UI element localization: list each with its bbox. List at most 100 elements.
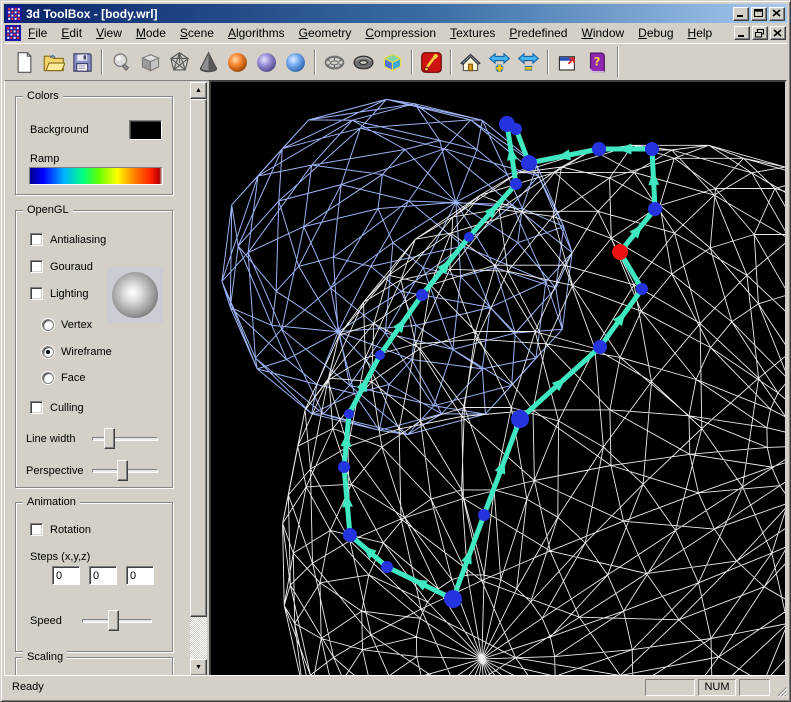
path-vertex[interactable] (648, 202, 662, 216)
menu-help[interactable]: Help (681, 23, 720, 44)
steps-label: Steps (x,y,z) (30, 551, 90, 563)
steps-x-input[interactable] (52, 566, 80, 585)
menu-algorithms[interactable]: Algorithms (221, 23, 292, 44)
sphere-blue-button[interactable] (282, 48, 309, 76)
slider-thumb[interactable] (108, 610, 119, 631)
close-icon (772, 9, 782, 18)
background-color-swatch[interactable] (129, 120, 162, 140)
slider-thumb[interactable] (104, 428, 115, 449)
path-vertex[interactable] (416, 289, 428, 301)
open-folder-button[interactable] (40, 48, 67, 76)
resize-grip[interactable] (775, 684, 787, 698)
cone-button[interactable] (195, 48, 222, 76)
wire-torus-button[interactable] (321, 48, 348, 76)
wireframe-radio[interactable] (42, 346, 54, 358)
window-view-button[interactable] (554, 48, 581, 76)
path-vertex[interactable] (510, 123, 522, 135)
path-vertex[interactable] (375, 350, 385, 360)
path-vertex[interactable] (511, 410, 529, 428)
path-vertex[interactable] (592, 142, 606, 156)
path-vertex[interactable] (593, 340, 607, 354)
menu-window[interactable]: Window (574, 23, 631, 44)
solid-torus-button[interactable] (350, 48, 377, 76)
help-book-button[interactable]: ? (583, 48, 610, 76)
menu-view[interactable]: View (89, 23, 129, 44)
scrollbar-thumb[interactable] (190, 99, 207, 617)
mdi-restore-button[interactable] (752, 26, 768, 40)
mdi-minimize-button[interactable] (734, 26, 750, 40)
menu-compression[interactable]: Compression (358, 23, 443, 44)
new-document-icon (13, 51, 36, 74)
app-icon[interactable] (6, 6, 22, 22)
textured-cube-button[interactable] (379, 48, 406, 76)
window-title: 3d ToolBox - [body.wrl] (26, 7, 733, 21)
menu-textures[interactable]: Textures (443, 23, 502, 44)
path-vertex[interactable] (478, 509, 490, 521)
arrows-plus-button[interactable] (486, 48, 513, 76)
menu-geometry[interactable]: Geometry (292, 23, 359, 44)
cone-icon (197, 51, 220, 74)
arrows-minus-button[interactable] (515, 48, 542, 76)
gouraud-checkbox[interactable] (30, 260, 43, 273)
light-sphere-icon (112, 272, 158, 318)
restore-icon (755, 29, 765, 38)
toolbar-divider (617, 47, 619, 77)
save-file-button[interactable] (69, 48, 96, 76)
perspective-slider[interactable] (92, 460, 158, 481)
slider-thumb[interactable] (117, 460, 128, 481)
path-vertex[interactable] (521, 155, 537, 171)
scroll-down-button[interactable]: ▼ (190, 659, 207, 676)
sphere-purple-button[interactable] (253, 48, 280, 76)
home-button[interactable] (457, 48, 484, 76)
path-vertex[interactable] (510, 178, 522, 190)
new-document-button[interactable] (11, 48, 38, 76)
path-vertex[interactable] (343, 528, 357, 542)
menu-mode[interactable]: Mode (129, 23, 173, 44)
close-button[interactable] (769, 7, 785, 21)
open-folder-icon (42, 51, 65, 74)
lighting-checkbox[interactable] (30, 287, 43, 300)
path-vertex[interactable] (338, 461, 350, 473)
title-bar[interactable]: 3d ToolBox - [body.wrl] (4, 4, 787, 23)
wire-polyhedron-button[interactable] (166, 48, 193, 76)
lighting-preview[interactable] (107, 267, 163, 323)
help-book-icon: ? (585, 51, 608, 74)
path-vertex[interactable] (645, 142, 659, 156)
selected-vertex[interactable] (612, 244, 628, 260)
solid-cube-button[interactable] (137, 48, 164, 76)
menu-scene[interactable]: Scene (173, 23, 221, 44)
culling-checkbox[interactable] (30, 401, 43, 414)
minimize-button[interactable] (733, 7, 749, 21)
menu-file[interactable]: File (21, 23, 54, 44)
speed-slider[interactable] (82, 610, 152, 631)
sphere-orange-button[interactable] (224, 48, 251, 76)
steps-y-input[interactable] (89, 566, 117, 585)
maximize-button[interactable] (751, 7, 767, 21)
minimize-icon (737, 29, 747, 38)
viewport-3d[interactable] (209, 80, 787, 677)
status-pane-1 (645, 679, 695, 696)
path-vertex[interactable] (344, 409, 354, 419)
colors-group: Colors Background Ramp (15, 96, 173, 195)
rotation-checkbox[interactable] (30, 523, 43, 536)
path-vertex[interactable] (444, 590, 462, 608)
menu-debug[interactable]: Debug (631, 23, 680, 44)
antialiasing-checkbox[interactable] (30, 233, 43, 246)
maximize-icon (754, 9, 764, 18)
path-vertex[interactable] (464, 232, 474, 242)
menu-predefined[interactable]: Predefined (502, 23, 574, 44)
line-width-slider[interactable] (92, 428, 158, 449)
mdi-close-button[interactable] (770, 26, 786, 40)
path-vertex[interactable] (636, 283, 648, 295)
vertex-radio[interactable] (42, 319, 54, 331)
scrollbar-track[interactable] (190, 617, 207, 660)
face-radio[interactable] (42, 372, 54, 384)
compress-zip-button[interactable] (418, 48, 445, 76)
menu-edit[interactable]: Edit (54, 23, 89, 44)
path-vertex[interactable] (381, 561, 393, 573)
steps-z-input[interactable] (126, 566, 154, 585)
document-icon[interactable] (5, 25, 21, 41)
color-ramp[interactable] (29, 167, 163, 185)
scroll-up-button[interactable]: ▲ (190, 82, 207, 99)
light-bulb-button[interactable] (108, 48, 135, 76)
